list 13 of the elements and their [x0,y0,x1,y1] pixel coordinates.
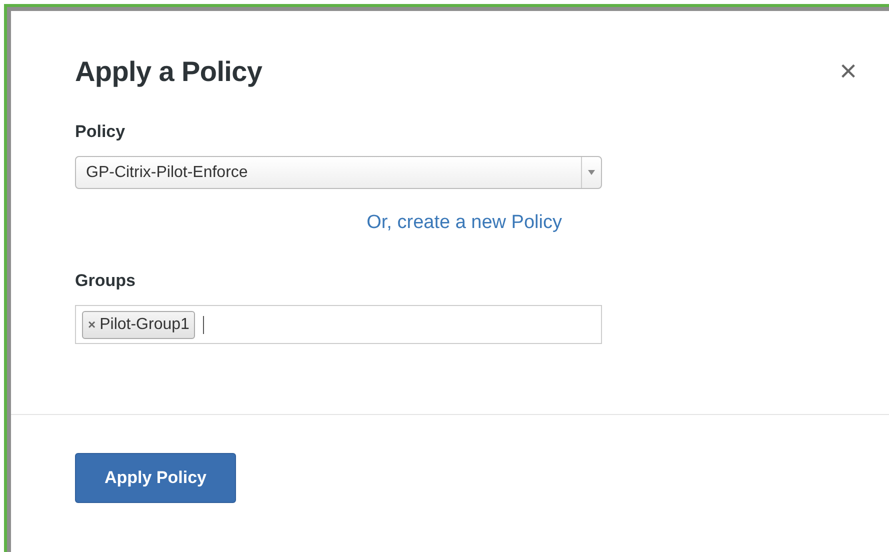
dialog-title: Apply a Policy [75,55,262,89]
field-label: Policy [75,120,126,143]
create-policy-link[interactable]: Or, create a new Policy [366,209,562,238]
apply-policy-button[interactable]: Apply Policy [75,453,236,504]
groups-field[interactable]: × Pilot-Group1 [75,305,602,344]
policy-select[interactable]: GP-Citrix-Pilot-Enforce [75,156,602,190]
text-cursor [203,316,204,334]
field-label: Groups [75,270,136,292]
remove-tag-button[interactable]: × [88,314,96,334]
caret-icon [588,170,595,176]
tag-label: Pilot-Group1 [100,314,190,335]
group-tag[interactable]: × Pilot-Group1 [82,310,196,339]
close-button[interactable]: × [835,56,861,87]
